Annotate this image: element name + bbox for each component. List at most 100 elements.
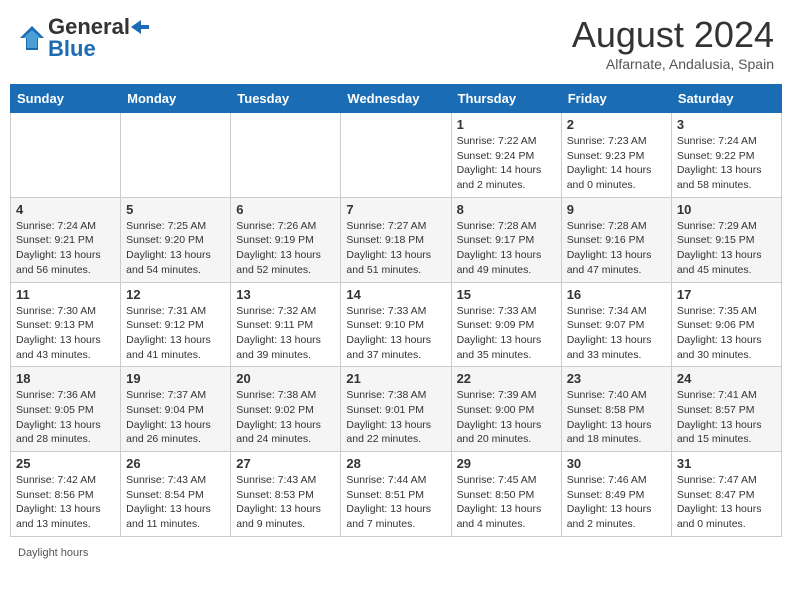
day-info: Sunrise: 7:47 AM Sunset: 8:47 PM Dayligh… xyxy=(677,473,776,532)
day-info: Sunrise: 7:33 AM Sunset: 9:09 PM Dayligh… xyxy=(457,304,556,363)
day-cell xyxy=(11,113,121,198)
day-number: 13 xyxy=(236,287,335,302)
day-number: 2 xyxy=(567,117,666,132)
day-cell: 21 Sunrise: 7:38 AM Sunset: 9:01 PM Dayli… xyxy=(341,367,451,452)
header-day-friday: Friday xyxy=(561,85,671,113)
day-number: 5 xyxy=(126,202,225,217)
day-info: Sunrise: 7:36 AM Sunset: 9:05 PM Dayligh… xyxy=(16,388,115,447)
header-row: SundayMondayTuesdayWednesdayThursdayFrid… xyxy=(11,85,782,113)
day-info: Sunrise: 7:39 AM Sunset: 9:00 PM Dayligh… xyxy=(457,388,556,447)
week-row-4: 18 Sunrise: 7:36 AM Sunset: 9:05 PM Dayli… xyxy=(11,367,782,452)
day-number: 1 xyxy=(457,117,556,132)
day-number: 19 xyxy=(126,371,225,386)
day-number: 29 xyxy=(457,456,556,471)
day-number: 3 xyxy=(677,117,776,132)
day-number: 25 xyxy=(16,456,115,471)
day-cell: 27 Sunrise: 7:43 AM Sunset: 8:53 PM Dayli… xyxy=(231,452,341,537)
day-cell: 24 Sunrise: 7:41 AM Sunset: 8:57 PM Dayli… xyxy=(671,367,781,452)
day-cell: 15 Sunrise: 7:33 AM Sunset: 9:09 PM Dayli… xyxy=(451,282,561,367)
day-cell: 13 Sunrise: 7:32 AM Sunset: 9:11 PM Dayli… xyxy=(231,282,341,367)
logo-icon xyxy=(18,24,46,52)
day-info: Sunrise: 7:38 AM Sunset: 9:01 PM Dayligh… xyxy=(346,388,445,447)
week-row-5: 25 Sunrise: 7:42 AM Sunset: 8:56 PM Dayli… xyxy=(11,452,782,537)
day-info: Sunrise: 7:43 AM Sunset: 8:53 PM Dayligh… xyxy=(236,473,335,532)
week-row-3: 11 Sunrise: 7:30 AM Sunset: 9:13 PM Dayli… xyxy=(11,282,782,367)
day-number: 21 xyxy=(346,371,445,386)
day-cell: 1 Sunrise: 7:22 AM Sunset: 9:24 PM Daylig… xyxy=(451,113,561,198)
day-info: Sunrise: 7:28 AM Sunset: 9:16 PM Dayligh… xyxy=(567,219,666,278)
day-info: Sunrise: 7:25 AM Sunset: 9:20 PM Dayligh… xyxy=(126,219,225,278)
location-subtitle: Alfarnate, Andalusia, Spain xyxy=(572,56,774,72)
day-cell xyxy=(341,113,451,198)
day-cell: 31 Sunrise: 7:47 AM Sunset: 8:47 PM Dayli… xyxy=(671,452,781,537)
day-number: 17 xyxy=(677,287,776,302)
daylight-label: Daylight hours xyxy=(18,547,88,559)
day-number: 15 xyxy=(457,287,556,302)
day-cell: 17Sunrise: 7:35 AM Sunset: 9:06 PM Dayli… xyxy=(671,282,781,367)
day-cell: 25 Sunrise: 7:42 AM Sunset: 8:56 PM Dayli… xyxy=(11,452,121,537)
day-info: Sunrise: 7:44 AM Sunset: 8:51 PM Dayligh… xyxy=(346,473,445,532)
header-day-thursday: Thursday xyxy=(451,85,561,113)
day-cell: 28 Sunrise: 7:44 AM Sunset: 8:51 PM Dayli… xyxy=(341,452,451,537)
day-info: Sunrise: 7:30 AM Sunset: 9:13 PM Dayligh… xyxy=(16,304,115,363)
month-title: August 2024 xyxy=(572,14,774,56)
week-row-1: 1 Sunrise: 7:22 AM Sunset: 9:24 PM Daylig… xyxy=(11,113,782,198)
day-info: Sunrise: 7:31 AM Sunset: 9:12 PM Dayligh… xyxy=(126,304,225,363)
day-number: 31 xyxy=(677,456,776,471)
day-cell: 2Sunrise: 7:23 AM Sunset: 9:23 PM Daylig… xyxy=(561,113,671,198)
day-cell xyxy=(231,113,341,198)
day-cell: 19 Sunrise: 7:37 AM Sunset: 9:04 PM Dayli… xyxy=(121,367,231,452)
calendar-table: SundayMondayTuesdayWednesdayThursdayFrid… xyxy=(10,84,782,537)
day-cell: 30 Sunrise: 7:46 AM Sunset: 8:49 PM Dayli… xyxy=(561,452,671,537)
day-number: 14 xyxy=(346,287,445,302)
day-number: 27 xyxy=(236,456,335,471)
logo-arrow xyxy=(131,20,149,34)
day-cell: 18 Sunrise: 7:36 AM Sunset: 9:05 PM Dayli… xyxy=(11,367,121,452)
day-cell: 4 Sunrise: 7:24 AM Sunset: 9:21 PM Daylig… xyxy=(11,197,121,282)
day-info: Sunrise: 7:28 AM Sunset: 9:17 PM Dayligh… xyxy=(457,219,556,278)
day-cell: 26 Sunrise: 7:43 AM Sunset: 8:54 PM Dayli… xyxy=(121,452,231,537)
day-info: Sunrise: 7:42 AM Sunset: 8:56 PM Dayligh… xyxy=(16,473,115,532)
day-number: 18 xyxy=(16,371,115,386)
header-day-saturday: Saturday xyxy=(671,85,781,113)
day-number: 28 xyxy=(346,456,445,471)
day-info: Sunrise: 7:43 AM Sunset: 8:54 PM Dayligh… xyxy=(126,473,225,532)
day-number: 10 xyxy=(677,202,776,217)
day-info: Sunrise: 7:26 AM Sunset: 9:19 PM Dayligh… xyxy=(236,219,335,278)
day-info: Sunrise: 7:24 AM Sunset: 9:21 PM Dayligh… xyxy=(16,219,115,278)
day-info: Sunrise: 7:41 AM Sunset: 8:57 PM Dayligh… xyxy=(677,388,776,447)
title-area: August 2024 Alfarnate, Andalusia, Spain xyxy=(572,14,774,72)
day-number: 24 xyxy=(677,371,776,386)
day-cell: 20Sunrise: 7:38 AM Sunset: 9:02 PM Dayli… xyxy=(231,367,341,452)
day-cell: 14 Sunrise: 7:33 AM Sunset: 9:10 PM Dayli… xyxy=(341,282,451,367)
day-cell: 16Sunrise: 7:34 AM Sunset: 9:07 PM Dayli… xyxy=(561,282,671,367)
day-cell: 23Sunrise: 7:40 AM Sunset: 8:58 PM Dayli… xyxy=(561,367,671,452)
day-info: Sunrise: 7:45 AM Sunset: 8:50 PM Dayligh… xyxy=(457,473,556,532)
day-cell: 5 Sunrise: 7:25 AM Sunset: 9:20 PM Daylig… xyxy=(121,197,231,282)
day-cell: 9Sunrise: 7:28 AM Sunset: 9:16 PM Daylig… xyxy=(561,197,671,282)
day-info: Sunrise: 7:34 AM Sunset: 9:07 PM Dayligh… xyxy=(567,304,666,363)
day-info: Sunrise: 7:33 AM Sunset: 9:10 PM Dayligh… xyxy=(346,304,445,363)
week-row-2: 4 Sunrise: 7:24 AM Sunset: 9:21 PM Daylig… xyxy=(11,197,782,282)
day-info: Sunrise: 7:32 AM Sunset: 9:11 PM Dayligh… xyxy=(236,304,335,363)
day-number: 7 xyxy=(346,202,445,217)
day-number: 11 xyxy=(16,287,115,302)
day-cell: 29 Sunrise: 7:45 AM Sunset: 8:50 PM Dayli… xyxy=(451,452,561,537)
day-info: Sunrise: 7:37 AM Sunset: 9:04 PM Dayligh… xyxy=(126,388,225,447)
day-info: Sunrise: 7:38 AM Sunset: 9:02 PM Dayligh… xyxy=(236,388,335,447)
header-day-monday: Monday xyxy=(121,85,231,113)
day-cell: 10 Sunrise: 7:29 AM Sunset: 9:15 PM Dayli… xyxy=(671,197,781,282)
day-info: Sunrise: 7:46 AM Sunset: 8:49 PM Dayligh… xyxy=(567,473,666,532)
day-number: 26 xyxy=(126,456,225,471)
header: General Blue August 2024 Alfarnate, Anda… xyxy=(10,10,782,76)
day-number: 23 xyxy=(567,371,666,386)
day-cell: 8Sunrise: 7:28 AM Sunset: 9:17 PM Daylig… xyxy=(451,197,561,282)
header-day-sunday: Sunday xyxy=(11,85,121,113)
day-cell: 22Sunrise: 7:39 AM Sunset: 9:00 PM Dayli… xyxy=(451,367,561,452)
day-cell: 11 Sunrise: 7:30 AM Sunset: 9:13 PM Dayli… xyxy=(11,282,121,367)
day-info: Sunrise: 7:22 AM Sunset: 9:24 PM Dayligh… xyxy=(457,134,556,193)
day-info: Sunrise: 7:24 AM Sunset: 9:22 PM Dayligh… xyxy=(677,134,776,193)
day-number: 30 xyxy=(567,456,666,471)
day-number: 4 xyxy=(16,202,115,217)
day-info: Sunrise: 7:29 AM Sunset: 9:15 PM Dayligh… xyxy=(677,219,776,278)
